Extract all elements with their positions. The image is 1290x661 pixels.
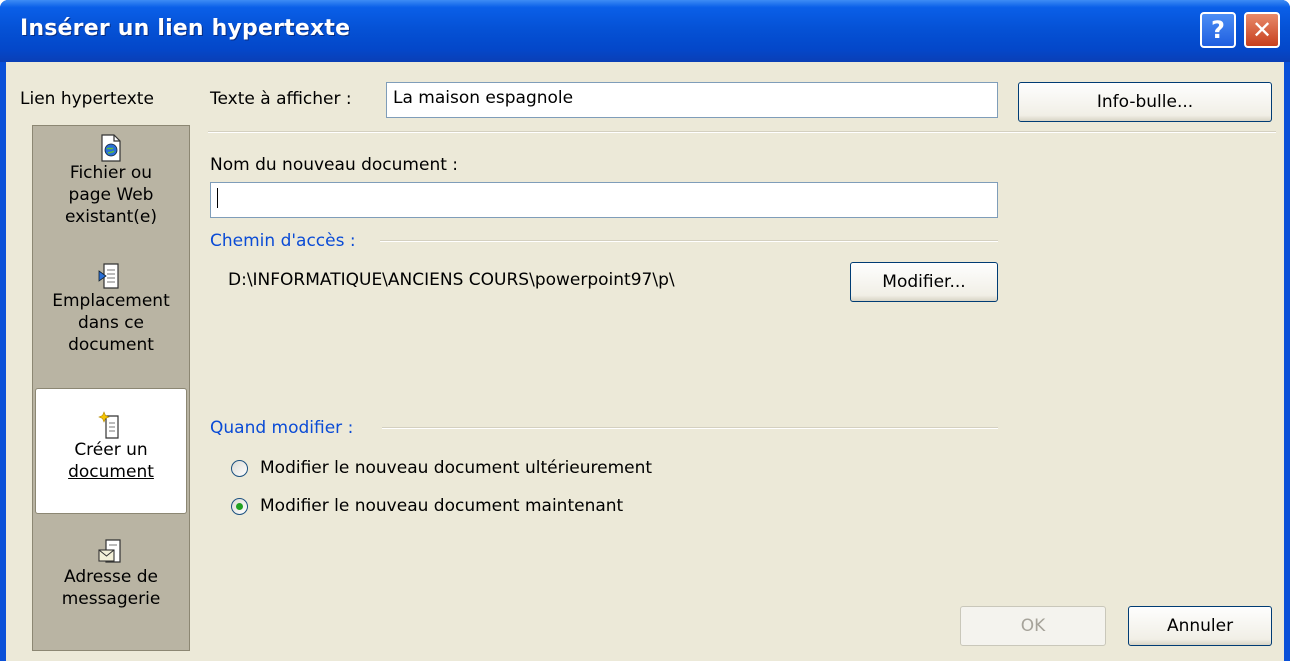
help-icon: ?	[1211, 16, 1225, 44]
dialog-body: Lien hypertexte Fichier ou page Web exis…	[6, 62, 1284, 661]
nav-label-line: Adresse de	[63, 567, 159, 587]
radio-edit-now-label[interactable]: Modifier le nouveau document maintenant	[260, 496, 623, 516]
nav-item-email-address[interactable]: Adresse de messagerie	[33, 538, 189, 638]
new-document-icon	[98, 411, 119, 439]
text-cursor	[217, 188, 218, 208]
new-document-input[interactable]	[210, 182, 998, 218]
tooltip-button[interactable]: Info-bulle...	[1018, 82, 1272, 122]
nav-label-line: dans ce	[77, 313, 145, 333]
display-text-input[interactable]: La maison espagnole	[386, 82, 998, 118]
top-separator	[208, 131, 1276, 133]
nav-label-line: Fichier ou	[69, 163, 153, 183]
help-button[interactable]: ?	[1200, 12, 1236, 48]
document-place-icon	[98, 263, 119, 289]
close-icon: ✕	[1251, 16, 1273, 44]
nav-item-place-in-document[interactable]: Emplacement dans ce document	[33, 262, 189, 392]
nav-label-line: messagerie	[61, 589, 161, 609]
when-section-label: Quand modifier :	[210, 418, 354, 438]
sidebar-heading: Lien hypertexte	[20, 89, 154, 109]
cancel-button[interactable]: Annuler	[1128, 606, 1272, 646]
email-icon	[98, 539, 121, 563]
radio-edit-later-label[interactable]: Modifier le nouveau document ultérieurem…	[260, 458, 652, 478]
nav-item-existing-file[interactable]: Fichier ou page Web existant(e)	[33, 134, 189, 252]
nav-label-line: Créer un	[74, 440, 148, 460]
nav-label-line: Emplacement	[52, 291, 170, 311]
radio-edit-now[interactable]	[231, 498, 248, 515]
new-document-label: Nom du nouveau document :	[210, 155, 459, 175]
path-separator	[380, 240, 998, 242]
when-separator	[382, 427, 998, 429]
dialog-window: Insérer un lien hypertexte ? ✕ Lien hype…	[0, 0, 1290, 661]
radio-edit-later[interactable]	[231, 460, 248, 477]
ok-button[interactable]: OK	[960, 606, 1106, 646]
path-value: D:\INFORMATIQUE\ANCIENS COURS\powerpoint…	[228, 270, 675, 290]
modify-button[interactable]: Modifier...	[850, 262, 998, 302]
nav-label-line: existant(e)	[64, 207, 158, 227]
dialog-title: Insérer un lien hypertexte	[20, 16, 351, 41]
nav-label-line: document	[68, 335, 154, 355]
file-web-icon	[101, 134, 121, 162]
title-bar[interactable]: Insérer un lien hypertexte ? ✕	[0, 0, 1290, 62]
path-section-label: Chemin d'accès :	[210, 231, 356, 251]
radio-selected-dot	[236, 503, 243, 510]
nav-label-line: document	[68, 462, 154, 482]
nav-item-create-document[interactable]: Créer un document	[35, 388, 187, 514]
link-type-bar: Fichier ou page Web existant(e) Emplacem…	[32, 125, 190, 651]
nav-label-line: page Web	[68, 185, 154, 205]
display-text-label: Texte à afficher :	[210, 89, 352, 109]
close-button[interactable]: ✕	[1244, 12, 1280, 48]
